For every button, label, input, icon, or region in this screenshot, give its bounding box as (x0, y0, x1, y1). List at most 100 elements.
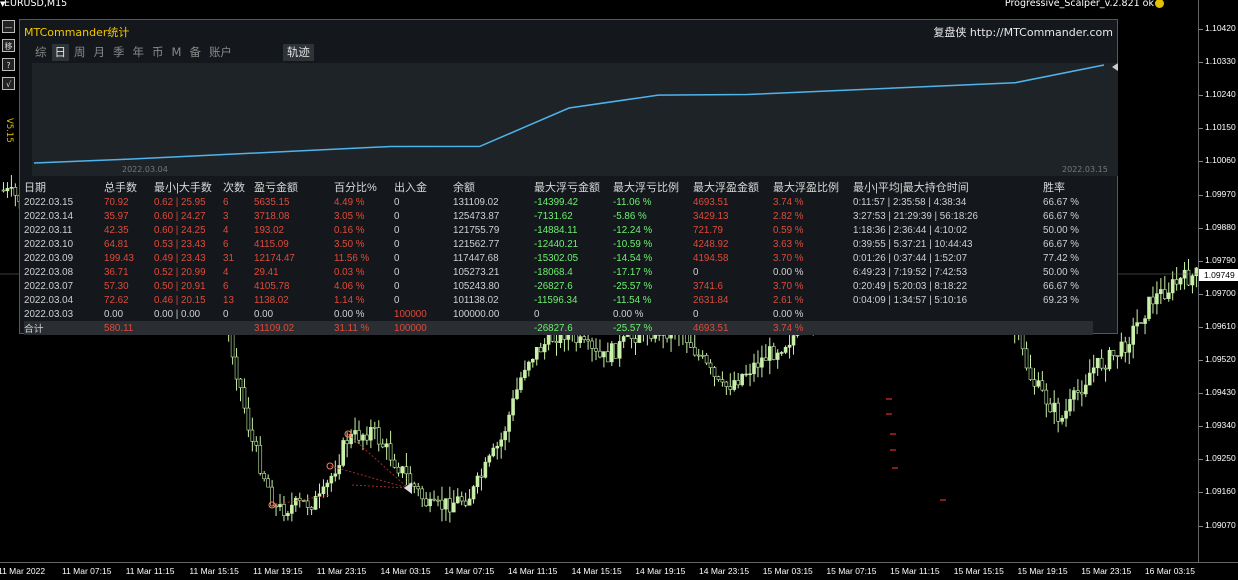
table-cell: 66.67 % (1043, 280, 1079, 292)
column-header[interactable]: 最小|平均|最大持仓时间 (853, 179, 1043, 195)
column-header[interactable]: 盈亏金额 (254, 179, 334, 195)
table-cell: 0.00 % (773, 308, 804, 320)
candle-body (527, 361, 531, 371)
table-cell: 0.46 | 20.15 (154, 294, 206, 306)
candle-body (720, 379, 725, 383)
tab-summary[interactable]: 综 (32, 44, 50, 61)
table-cell: 66.67 % (1043, 196, 1079, 208)
candle-body (475, 475, 480, 487)
candle-body (1155, 293, 1159, 305)
column-header[interactable]: 最大浮亏金额 (534, 179, 613, 195)
candle-body (317, 493, 322, 497)
candle-body (301, 500, 306, 502)
candle-body (353, 430, 357, 435)
table-row[interactable]: 2022.03.10 64.81 0.53 | 23.43 6 4115.09 3.50 … (24, 237, 1093, 251)
tab-notes[interactable]: 备 (186, 44, 204, 61)
column-header[interactable]: 出入金 (394, 179, 453, 195)
column-header[interactable]: 最大浮盈金额 (693, 179, 773, 195)
price-tick-mark (1199, 161, 1203, 163)
minimize-button[interactable]: — (2, 20, 15, 33)
table-cell: 0.16 % (334, 224, 365, 236)
candle-body (637, 334, 642, 343)
table-row[interactable]: 2022.03.08 36.71 0.52 | 20.99 4 29.41 0.03 % 0… (24, 265, 1093, 279)
table-cell: 2022.03.14 (24, 210, 74, 222)
column-header[interactable]: 次数 (223, 179, 254, 195)
tab-track[interactable]: 轨迹 (282, 44, 314, 61)
tab-quarterly[interactable]: 季 (110, 44, 128, 61)
price-tick-label: 1.10330 (1205, 56, 1236, 67)
table-cell: -11596.34 (534, 294, 578, 306)
table-cell: 66.67 % (1043, 210, 1079, 222)
table-cell: 42.35 (104, 224, 129, 236)
candle-body (633, 338, 638, 343)
candle-body (783, 347, 788, 353)
table-row[interactable]: 2022.03.03 0.00 0.00 | 0.00 0 0.00 0.00 % 1000… (24, 307, 1093, 321)
column-header[interactable]: 胜率 (1043, 179, 1093, 195)
candle-body (372, 427, 377, 429)
table-cell: -5.86 % (613, 210, 647, 222)
candle-body (448, 498, 452, 513)
table-cell: 2022.03.15 (24, 196, 74, 208)
tab-yearly[interactable]: 年 (130, 44, 148, 61)
table-row[interactable]: 2022.03.04 72.62 0.46 | 20.15 13 1138.02 1.14… (24, 293, 1093, 307)
column-header[interactable]: 总手数 (104, 179, 154, 195)
candle-body (246, 407, 251, 431)
tab-account[interactable]: 账户 (206, 44, 235, 61)
total-cell: 合计 (24, 321, 104, 335)
table-row[interactable]: 2022.03.07 57.30 0.50 | 20.91 6 4105.78 4.06 … (24, 279, 1093, 293)
candle-body (708, 362, 713, 368)
candle-body (542, 344, 547, 353)
time-tick-label: 14 Mar 03:15 (380, 566, 431, 576)
candle-body (1072, 390, 1076, 400)
candle-body (503, 431, 507, 441)
table-cell: 1.14 % (334, 294, 365, 306)
price-tick-label: 1.09520 (1205, 354, 1236, 364)
column-header[interactable]: 最大浮亏比例 (613, 179, 693, 195)
tab-magic[interactable]: M (169, 44, 185, 61)
table-header-row: 日期 总手数 最小|大手数 次数 盈亏金额 百分比% 出入金 余额 最大浮亏金额 最大浮亏比例 最大… (24, 179, 1093, 195)
table-cell: 4248.92 (693, 238, 729, 250)
table-cell: 0 (394, 238, 400, 250)
panel-header: MTCommander统计 复盘侠 http://MTCommander.com (20, 20, 1117, 44)
tab-daily[interactable]: 日 (51, 44, 69, 61)
price-tick-mark (1199, 194, 1203, 196)
time-tick-label: 14 Mar 15:15 (571, 566, 622, 576)
tab-monthly[interactable]: 月 (91, 44, 109, 61)
candle-body (1044, 389, 1049, 405)
balance-line (33, 64, 1105, 164)
column-header[interactable]: 最小|大手数 (154, 179, 223, 195)
daily-stats-table: 日期 总手数 最小|大手数 次数 盈亏金额 百分比% 出入金 余额 最大浮亏金额 最大浮亏比例 最大… (24, 179, 1093, 335)
table-cell: 1:18:36 | 2:36:44 | 4:10:02 (853, 224, 968, 236)
tab-currency[interactable]: 币 (149, 44, 167, 61)
candle-body (444, 498, 448, 510)
candle-body (609, 343, 614, 363)
check-button[interactable]: √ (2, 77, 15, 90)
candle-body (771, 346, 776, 360)
table-row[interactable]: 2022.03.14 35.97 0.60 | 24.27 3 3718.08 3.05 … (24, 209, 1093, 223)
candle-body (471, 486, 476, 500)
website-link[interactable]: 复盘侠 http://MTCommander.com (933, 24, 1113, 40)
table-cell: 4105.78 (254, 280, 290, 292)
candle-body (270, 486, 274, 507)
column-header[interactable]: 余额 (453, 179, 534, 195)
table-cell: -18068.4 (534, 266, 573, 278)
table-cell: 3.70 % (773, 252, 804, 264)
candle-body (1111, 349, 1116, 356)
move-button[interactable]: 移 (2, 39, 15, 52)
help-button[interactable]: ? (2, 58, 15, 71)
table-row[interactable]: 2022.03.11 42.35 0.60 | 24.25 4 193.02 0.16 %… (24, 223, 1093, 237)
time-tick-label: 14 Mar 07:15 (444, 566, 495, 576)
graph-end-marker-icon (1112, 63, 1118, 71)
candle-body (1060, 417, 1064, 422)
column-header[interactable]: 百分比% (334, 179, 394, 195)
candle-body (380, 443, 385, 448)
column-header[interactable]: 最大浮盈比例 (773, 179, 853, 195)
table-cell: 0:20:49 | 5:20:03 | 8:18:22 (853, 280, 968, 292)
candle-body (1084, 384, 1088, 395)
table-row[interactable]: 2022.03.09 199.43 0.49 | 23.43 31 12174.47 11… (24, 251, 1093, 265)
table-row[interactable]: 2022.03.15 70.92 0.62 | 25.95 6 5635.15 4.49 … (24, 195, 1093, 209)
table-cell: 3429.13 (693, 210, 729, 222)
column-header[interactable]: 日期 (24, 179, 104, 195)
tab-weekly[interactable]: 周 (71, 44, 89, 61)
total-cell: 580.11 (104, 321, 154, 335)
